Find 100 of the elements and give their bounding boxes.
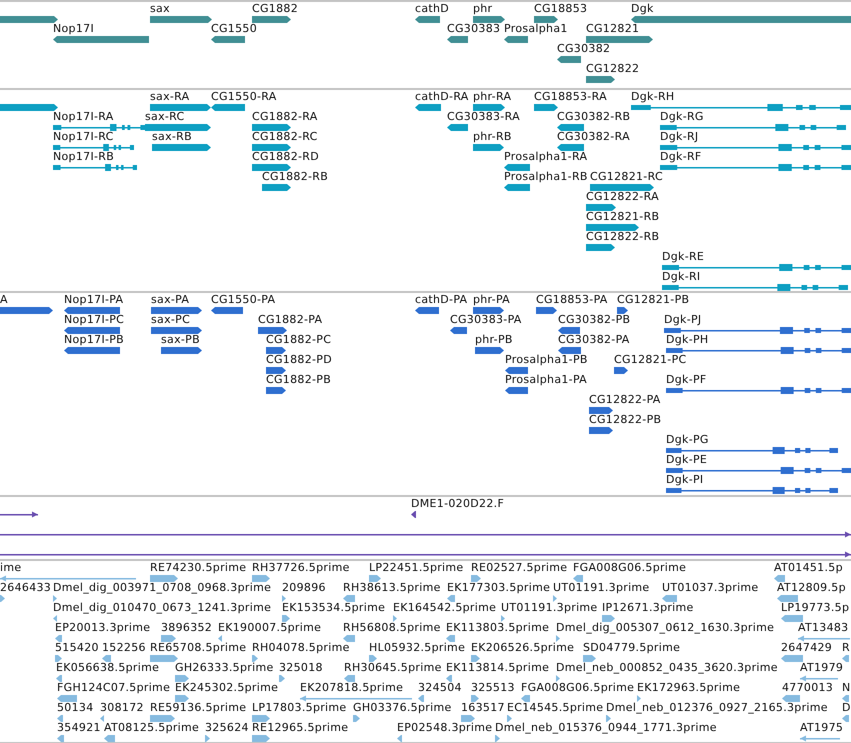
feature-label: cathD	[415, 3, 450, 15]
feature-label: CG1882-PB	[266, 374, 332, 386]
feature-label: RE74230.5prime	[150, 562, 246, 574]
feature-label: RH37726.5prime	[252, 562, 350, 574]
feature-label: Nop17I-PA	[64, 294, 124, 306]
feature-label: SD04779.5prime	[583, 642, 680, 654]
feature-label: CG18853	[534, 3, 588, 15]
feature-label: CG1882-RA	[252, 111, 318, 123]
feature-label: Nop17I-PB	[64, 334, 124, 346]
feature-label: 3896352	[161, 622, 212, 634]
feature-label: EK113803.5prime	[446, 622, 550, 634]
feature-label: CG12822	[586, 63, 640, 75]
feature-label: sax-PB	[161, 334, 200, 346]
feature-label: phr-PA	[473, 294, 510, 306]
feature-label: sax-RB	[152, 131, 192, 143]
feature-label: RE12965.5prime	[252, 722, 348, 734]
feature-label: CG30382-PA	[558, 334, 630, 346]
feature-label: Prosalpha1-RA	[504, 151, 588, 163]
feature-label: CG12822-RB	[586, 231, 660, 243]
feature-label: RH38613.5prime	[343, 582, 441, 594]
feature-label: ime	[0, 562, 22, 574]
feature-label: 308172	[100, 702, 144, 714]
feature-label: Dgk-RE	[662, 251, 704, 263]
feature-label: 152256	[102, 642, 146, 654]
feature-label: EK056638.5prime	[56, 662, 160, 674]
feature-label: CG12821	[586, 23, 640, 35]
feature-label: Prosalpha1-PB	[505, 354, 588, 366]
feature-label: LP17803.5prime	[252, 702, 346, 714]
feature-label: Dgk-RF	[660, 151, 702, 163]
feature-label: 325018	[279, 662, 323, 674]
feature-label: RE02527.5prime	[471, 562, 568, 574]
feature-label: EK164542.5prime	[393, 602, 496, 614]
feature-label: sax-RA	[150, 91, 190, 103]
feature-label: CG1882-RB	[262, 171, 328, 183]
feature-label: CG12821-RB	[586, 211, 660, 223]
feature-label: Dgk-PG	[666, 434, 709, 446]
feature-label: Dmel_dig_005307_0612_1630.3prime	[556, 622, 774, 634]
feature-label: Dgk-RJ	[660, 131, 698, 143]
feature-label: AT08125.5prime	[104, 722, 200, 734]
feature-label: Dgk-RG	[660, 111, 704, 123]
feature-label: EP02548.3prime	[397, 722, 492, 734]
feature-label: Nop17I-PC	[64, 314, 124, 326]
feature-label: AT1979	[800, 662, 844, 674]
feature-label: GH03376.5prime	[353, 702, 452, 714]
feature-label: EC14545.5prime	[507, 702, 604, 714]
feature-label: phr	[473, 3, 492, 15]
feature-label: AT12809.5p	[777, 582, 846, 594]
feature-label: 354921	[57, 722, 101, 734]
feature-label: sax-RC	[145, 111, 185, 123]
feature-label: Dmel_neb_012376_0927_2165.3prime	[606, 702, 828, 714]
feature-label: N	[842, 682, 851, 694]
feature-label: RH04078.5prime	[252, 642, 350, 654]
feature-label: CG1882-PD	[266, 354, 332, 366]
feature-label: EK207818.5prime	[300, 682, 404, 694]
feature-label: sax-PC	[151, 314, 190, 326]
feature-label: RE59136.5prime	[150, 702, 246, 714]
feature-label: CG12822-RA	[586, 191, 659, 203]
feature-label: CG1882	[252, 3, 298, 15]
feature-label: CG1882-RC	[252, 131, 318, 143]
feature-label: Prosalpha1-RB	[504, 171, 588, 183]
feature-label: AT13483	[798, 622, 848, 634]
feature-label: CG1550-RA	[211, 91, 277, 103]
feature-label: CG12821-PB	[617, 294, 690, 306]
feature-label: Nop17I-RA	[53, 111, 114, 123]
feature-label: CG18853-PA	[536, 294, 608, 306]
feature-label: sax	[150, 3, 170, 15]
feature-label: CG30383-PA	[450, 314, 522, 326]
feature-label: CG30382-PB	[558, 314, 630, 326]
feature-label: AT1975	[800, 722, 844, 734]
feature-label: EK172963.5prime	[637, 682, 740, 694]
feature-label: RH30645.5prime	[344, 662, 442, 674]
feature-label: CG12821-RC	[590, 171, 663, 183]
feature-label: AT01451.5p	[774, 562, 843, 574]
feature-label: cathD-RA	[415, 91, 469, 103]
feature-label: Dmel_neb_015376_0944_1771.3prime	[495, 722, 717, 734]
feature-label: Dgk	[631, 3, 654, 15]
feature-label: EK206526.5prime	[471, 642, 574, 654]
feature-label: CG30383	[447, 23, 500, 35]
feature-label: CG1882-RD	[252, 151, 319, 163]
feature-label: 163517	[461, 702, 505, 714]
feature-label: Dgk-PI	[666, 474, 704, 486]
feature-label: phr-RB	[473, 131, 512, 143]
feature-label: phr-RA	[473, 91, 512, 103]
feature-label: CG30383-RA	[447, 111, 520, 123]
feature-label: EK190007.5prime	[218, 622, 322, 634]
feature-label: Dgk-PE	[666, 454, 708, 466]
feature-label: HL05932.5prime	[369, 642, 466, 654]
feature-label: GH26333.5prime	[175, 662, 274, 674]
feature-label: D	[842, 702, 851, 714]
feature-label: cathD-PA	[415, 294, 468, 306]
feature-label: RE65708.5prime	[150, 642, 246, 654]
feature-label: FGA008G06.5prime	[521, 682, 634, 694]
feature-label: 2647429	[781, 642, 832, 654]
feature-label: UT01037.3prime	[662, 582, 759, 594]
feature-label: sax-PA	[151, 294, 190, 306]
feature-label: CG18853-RA	[534, 91, 607, 103]
feature-label: LP19773.5p	[781, 602, 850, 614]
feature-label: R	[842, 642, 850, 654]
feature-label: UT01191.3prime	[501, 602, 598, 614]
feature-label: 209896	[282, 582, 326, 594]
